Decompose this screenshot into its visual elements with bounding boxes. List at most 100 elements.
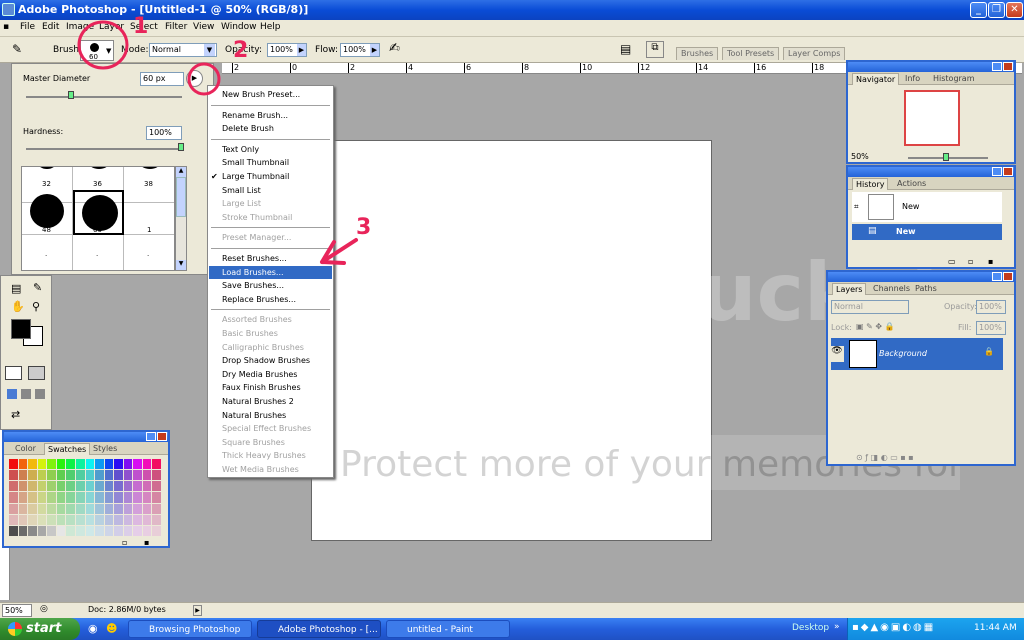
chevron-down-icon[interactable]: ▼ — [106, 47, 111, 55]
fill-field[interactable]: 100% — [976, 321, 1006, 335]
swatch[interactable] — [18, 492, 28, 503]
menu-item-dry-media-brushes[interactable]: Dry Media Brushes — [209, 368, 332, 381]
swatch[interactable] — [104, 525, 114, 536]
swatch[interactable] — [152, 492, 161, 503]
menu-item-small-list[interactable]: Small List — [209, 184, 332, 197]
minimize-icon[interactable] — [992, 272, 1002, 281]
swatch[interactable] — [85, 470, 95, 481]
brush-picker[interactable]: 60 ▼ — [80, 40, 114, 61]
palette-toggle-icon[interactable]: ⧉ — [646, 41, 664, 58]
diameter-slider-thumb[interactable] — [68, 91, 74, 99]
swatch[interactable] — [66, 470, 75, 481]
menu-item-reset-brushes[interactable]: Reset Brushes... — [209, 252, 332, 265]
task-photoshop[interactable]: Adobe Photoshop - [... — [257, 620, 381, 638]
swatch[interactable] — [56, 503, 66, 514]
swatch[interactable] — [9, 514, 18, 525]
menu-view[interactable]: View — [193, 22, 214, 32]
thumbnails-scrollbar[interactable]: ▲ ▼ — [175, 166, 187, 271]
swatch[interactable] — [114, 514, 123, 525]
task-paint[interactable]: untitled - Paint — [386, 620, 510, 638]
quick-mask-icon[interactable] — [28, 366, 45, 380]
swatch[interactable] — [123, 481, 133, 492]
swatch[interactable] — [152, 503, 161, 514]
menu-item-natural-brushes-2[interactable]: Natural Brushes 2 — [209, 395, 332, 408]
swatch[interactable] — [152, 459, 161, 470]
swatch[interactable] — [133, 492, 142, 503]
swatch[interactable] — [123, 459, 133, 470]
menu-filter[interactable]: Filter — [165, 22, 187, 32]
quicklaunch-icon[interactable]: ☻ — [106, 622, 117, 635]
swatch[interactable] — [18, 481, 28, 492]
screen-mode-icon[interactable] — [7, 389, 17, 399]
foreground-color-swatch[interactable] — [11, 319, 31, 339]
swatch[interactable] — [37, 470, 47, 481]
close-icon[interactable] — [1003, 62, 1013, 71]
menu-window[interactable]: Window — [221, 22, 257, 32]
swatch[interactable] — [152, 514, 161, 525]
well-tab-layer-comps[interactable]: Layer Comps — [783, 47, 846, 60]
minimize-button[interactable]: _ — [970, 2, 987, 18]
tab-channels[interactable]: Channels — [870, 283, 913, 295]
swatch[interactable] — [66, 492, 75, 503]
ps-doc-icon[interactable]: ▪ — [3, 22, 9, 32]
swatch[interactable] — [37, 481, 47, 492]
swatch[interactable] — [56, 525, 66, 536]
swatch[interactable] — [95, 503, 104, 514]
status-info-icon[interactable]: ◎ — [40, 604, 48, 614]
swatch[interactable] — [75, 492, 85, 503]
swatch[interactable] — [95, 470, 104, 481]
swatch[interactable] — [18, 525, 28, 536]
swatch[interactable] — [142, 470, 152, 481]
trash-icon[interactable]: ▪ — [144, 538, 149, 547]
brush-tool-icon[interactable]: ✎ — [12, 42, 22, 56]
swatch[interactable] — [104, 470, 114, 481]
screen-mode-icon[interactable] — [21, 389, 31, 399]
swatch[interactable] — [75, 525, 85, 536]
swatch[interactable] — [123, 503, 133, 514]
swatch[interactable] — [28, 503, 37, 514]
well-tab-brushes[interactable]: Brushes — [676, 47, 719, 60]
brush-thumb[interactable]: · — [22, 235, 73, 270]
menu-help[interactable]: Help — [260, 22, 281, 32]
lock-icons[interactable]: ▣ ✎ ✥ 🔒 — [856, 322, 895, 331]
close-icon[interactable] — [1003, 272, 1013, 281]
close-icon[interactable] — [1003, 167, 1013, 176]
swatch[interactable] — [104, 514, 114, 525]
scrollbar-thumb[interactable] — [176, 177, 186, 217]
scroll-up-icon[interactable]: ▲ — [176, 167, 186, 177]
close-icon[interactable] — [157, 432, 167, 441]
toolbar-expand-icon[interactable]: » — [834, 622, 840, 632]
swatch[interactable] — [114, 525, 123, 536]
swatch[interactable] — [123, 470, 133, 481]
master-diameter-field[interactable]: 60 px — [140, 72, 184, 86]
swatch[interactable] — [9, 503, 18, 514]
swatch[interactable] — [9, 470, 18, 481]
well-tab-tool-presets[interactable]: Tool Presets — [722, 47, 780, 60]
swatch[interactable] — [133, 459, 142, 470]
tab-layers[interactable]: Layers — [832, 283, 867, 295]
swatch[interactable] — [133, 481, 142, 492]
swatch[interactable] — [152, 525, 161, 536]
minimize-icon[interactable] — [992, 62, 1002, 71]
zoom-tool-icon[interactable]: ⚲ — [32, 300, 40, 313]
menu-item-delete-brush[interactable]: Delete Brush — [209, 122, 332, 135]
swatch[interactable] — [66, 503, 75, 514]
chevron-down-icon[interactable]: ▼ — [204, 44, 215, 56]
swatch[interactable] — [142, 481, 152, 492]
swatch[interactable] — [9, 492, 18, 503]
swatch[interactable] — [95, 459, 104, 470]
tray-icons[interactable]: ▪◆▲◉▣◐◍▦ — [852, 622, 935, 633]
swatch[interactable] — [18, 503, 28, 514]
brush-menu-arrow-button[interactable]: ▶ — [186, 70, 203, 87]
brush-source-icon[interactable]: ⌗ — [854, 202, 859, 212]
swatch[interactable] — [133, 525, 142, 536]
swatch[interactable] — [114, 481, 123, 492]
swatch[interactable] — [28, 481, 37, 492]
layer-row-background[interactable]: 👁 Background 🔒 — [830, 338, 1003, 370]
swatch[interactable] — [95, 514, 104, 525]
tab-swatches[interactable]: Swatches — [44, 443, 91, 455]
swatch[interactable] — [37, 503, 47, 514]
menu-item-text-only[interactable]: Text Only — [209, 143, 332, 156]
swatch[interactable] — [18, 459, 28, 470]
status-menu-arrow[interactable]: ▶ — [193, 605, 202, 616]
